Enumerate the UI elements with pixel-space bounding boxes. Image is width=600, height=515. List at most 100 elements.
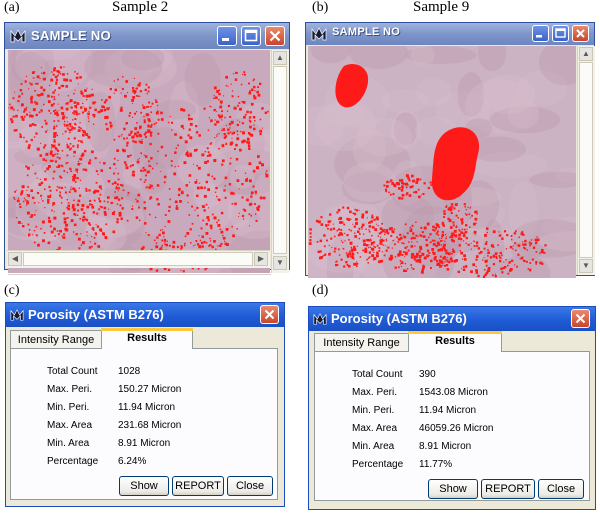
- pore-dot: [151, 167, 154, 170]
- pore-dot: [52, 202, 56, 205]
- report-button[interactable]: REPORT: [172, 476, 224, 496]
- pore-dot: [131, 99, 134, 102]
- pore-dot: [522, 241, 524, 243]
- image-window-sample-9[interactable]: SAMPLE NO ▲ ▼: [305, 22, 595, 278]
- pore-dot: [35, 210, 37, 212]
- scroll-down-icon[interactable]: ▼: [579, 259, 593, 273]
- tab-results[interactable]: Results: [101, 328, 193, 349]
- scroll-up-icon[interactable]: ▲: [579, 47, 593, 61]
- pore-dot: [89, 106, 92, 109]
- porosity-dialog-sample-2[interactable]: Porosity (ASTM B276) Intensity Range Res…: [5, 302, 285, 507]
- pore-dot: [234, 148, 236, 150]
- show-button[interactable]: Show: [119, 476, 169, 496]
- pore-dot: [531, 258, 534, 261]
- pore-dot: [518, 236, 520, 238]
- pore-dot: [265, 173, 268, 176]
- minimize-button[interactable]: [217, 26, 237, 46]
- show-button[interactable]: Show: [428, 479, 478, 499]
- pore-dot: [452, 250, 456, 253]
- scroll-thumb[interactable]: [579, 62, 593, 258]
- pore-dot: [117, 172, 119, 175]
- image-window-sample-2[interactable]: SAMPLE NO ▲ ▼: [4, 22, 290, 275]
- report-button[interactable]: REPORT: [481, 479, 535, 499]
- scroll-left-icon[interactable]: ◀: [8, 252, 22, 266]
- pore-dot: [462, 234, 466, 238]
- pore-dot: [354, 232, 356, 234]
- pore-dot: [145, 186, 148, 189]
- pore-dot: [75, 76, 79, 80]
- pore-dot: [161, 244, 164, 246]
- pore-dot: [118, 135, 120, 138]
- pore-dot: [224, 242, 227, 246]
- pore-dot: [64, 125, 66, 127]
- close-dialog-button[interactable]: Close: [227, 476, 273, 496]
- pore-dot: [487, 249, 489, 251]
- pore-dot: [199, 182, 201, 184]
- scroll-down-icon[interactable]: ▼: [273, 256, 287, 270]
- pore-dot: [362, 239, 366, 243]
- pore-dot: [248, 145, 250, 148]
- pore-dot: [17, 109, 19, 111]
- pore-dot: [77, 160, 79, 162]
- pore-dot: [35, 113, 38, 116]
- tab-intensity-range[interactable]: Intensity Range: [10, 330, 102, 348]
- pore-dot: [253, 127, 256, 131]
- pore-dot: [471, 214, 473, 217]
- porosity-dialog-sample-9[interactable]: Porosity (ASTM B276) Intensity Range Res…: [308, 306, 596, 510]
- pore-dot: [476, 213, 478, 215]
- pore-dot: [221, 119, 223, 121]
- scroll-thumb[interactable]: [273, 66, 287, 254]
- pore-dot: [224, 185, 226, 187]
- pore-dot: [385, 188, 388, 191]
- dialog-titlebar[interactable]: Porosity (ASTM B276): [309, 307, 595, 331]
- pore-dot: [436, 263, 440, 266]
- pore-dot: [241, 214, 245, 218]
- pore-dot: [231, 137, 233, 139]
- pore-dot: [57, 119, 59, 122]
- pore-dot: [390, 234, 393, 237]
- pore-dot: [386, 185, 389, 188]
- scroll-right-icon[interactable]: ▶: [254, 252, 268, 266]
- pore-dot: [37, 243, 40, 247]
- pore-dot: [261, 108, 263, 110]
- tab-results[interactable]: Results: [408, 331, 502, 352]
- vertical-scrollbar[interactable]: ▲ ▼: [271, 50, 289, 273]
- pore-dot: [79, 113, 81, 115]
- pore-dot: [129, 112, 132, 114]
- pore-dot: [79, 122, 81, 124]
- pore-dot: [146, 93, 148, 95]
- vertical-scrollbar[interactable]: ▲ ▼: [577, 46, 595, 275]
- pore-dot: [47, 216, 51, 219]
- pore-dot: [254, 90, 256, 92]
- pore-dot: [91, 245, 93, 248]
- close-dialog-button[interactable]: Close: [538, 479, 584, 499]
- tab-intensity-range[interactable]: Intensity Range: [314, 333, 409, 351]
- scroll-up-icon[interactable]: ▲: [273, 51, 287, 65]
- dialog-close-button[interactable]: [260, 305, 279, 324]
- pore-dot: [499, 260, 502, 263]
- maximize-button[interactable]: [241, 26, 261, 46]
- dialog-close-button[interactable]: [571, 309, 590, 328]
- pore-dot: [431, 183, 435, 186]
- pore-dot: [186, 154, 190, 157]
- pore-dot: [127, 194, 129, 196]
- pore-dot: [130, 130, 133, 133]
- dialog-titlebar[interactable]: Porosity (ASTM B276): [6, 303, 284, 327]
- pore-dot: [516, 244, 518, 246]
- maximize-button[interactable]: [552, 25, 569, 42]
- dialog-title: Porosity (ASTM B276): [28, 307, 164, 322]
- scroll-thumb-horizontal[interactable]: [23, 252, 253, 266]
- pore-dot: [26, 189, 28, 191]
- pore-dot: [175, 205, 178, 207]
- window-titlebar[interactable]: SAMPLE NO: [306, 23, 594, 45]
- pore-dot: [421, 252, 425, 256]
- pore-dot: [356, 265, 358, 267]
- label-max-area: Max. Area: [352, 423, 398, 434]
- pore-dot: [219, 100, 223, 104]
- pore-dot: [373, 219, 375, 221]
- minimize-button[interactable]: [532, 25, 549, 42]
- close-button[interactable]: [572, 25, 589, 42]
- horizontal-scrollbar[interactable]: ◀ ▶: [7, 250, 270, 268]
- close-button[interactable]: [265, 26, 285, 46]
- window-titlebar[interactable]: SAMPLE NO: [5, 23, 289, 49]
